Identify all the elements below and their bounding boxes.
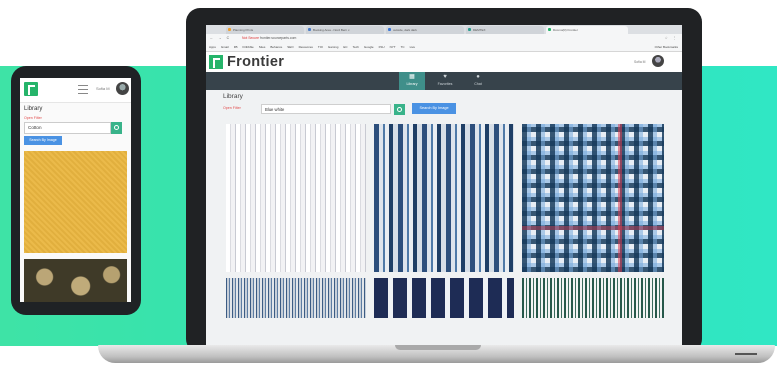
bookmark-item[interactable]: Live: [410, 43, 416, 51]
phone-fabric-swatch[interactable]: [24, 151, 127, 253]
tab-label: outside, dark dark: [393, 28, 417, 32]
bookmark-item[interactable]: TC: [401, 43, 405, 51]
fabric-swatch[interactable]: [226, 124, 366, 272]
bookmarks-bar: Apps Gmail FB Dribbble Sites Behance SEO Resour…: [206, 43, 682, 52]
bookmark-item[interactable]: Gaming: [328, 43, 339, 51]
browser-tab[interactable]: outside, dark dark: [386, 26, 464, 34]
nav-label: Library: [406, 82, 418, 86]
laptop-screen: Planning Prints Booking Area - Nord Bern…: [206, 25, 682, 345]
page-title: Library: [223, 93, 243, 100]
phone-fabric-swatch[interactable]: [24, 259, 127, 302]
url-field[interactable]: Not Secure frontier.sourceparts.com: [242, 35, 602, 42]
url-text: frontier.sourceparts.com: [259, 36, 297, 40]
address-bar: ← → C Not Secure frontier.sourceparts.co…: [206, 34, 682, 43]
laptop-notch: [395, 345, 481, 350]
tab-label: Booking Area - Nord Bern x: [313, 28, 350, 32]
phone-open-filter-link[interactable]: Open Filter: [24, 116, 42, 120]
bookmark-item[interactable]: FB: [234, 43, 238, 51]
tab-favicon-icon: [228, 28, 231, 31]
browser-tab-active[interactable]: Dcomo(R) Frontier: [546, 26, 628, 34]
browser-extension-icons[interactable]: ☆ ⋮: [665, 36, 678, 40]
browser-nav-buttons[interactable]: ← → C: [210, 36, 231, 40]
chat-icon: ●: [476, 74, 480, 80]
nav-tab-library[interactable]: ▦ Library: [399, 72, 425, 90]
bookmark-item[interactable]: SEO: [287, 43, 293, 51]
tab-label: Dcomo(R) Frontier: [553, 28, 578, 32]
search-input[interactable]: Blue white: [261, 104, 391, 114]
frontier-logo-icon[interactable]: [24, 82, 38, 96]
browser-tab[interactable]: Planning Prints: [226, 26, 304, 34]
nav-label: Favorites: [437, 82, 453, 86]
laptop-base-detail: [735, 353, 757, 355]
app-header: Frontier Sofia M: [206, 52, 682, 72]
bookmark-item[interactable]: EC: [343, 43, 347, 51]
bookmark-item[interactable]: Resources: [299, 43, 313, 51]
phone-search-button[interactable]: [111, 122, 122, 134]
hamburger-menu-icon[interactable]: [78, 85, 88, 94]
bookmark-item[interactable]: Gmail: [221, 43, 229, 51]
fabric-swatch[interactable]: [522, 278, 664, 318]
bookmark-item[interactable]: Dribbble: [243, 43, 254, 51]
open-filter-link[interactable]: Open Filter: [223, 106, 241, 110]
not-secure-badge[interactable]: Not Secure: [242, 36, 259, 40]
phone-device: Sofia M Library Open Filter Cotton Searc…: [11, 66, 141, 315]
nav-tab-chat[interactable]: ● Chat: [465, 72, 491, 90]
phone-username[interactable]: Sofia M: [96, 86, 110, 91]
user-avatar[interactable]: [652, 55, 664, 67]
phone-header: Sofia M: [20, 78, 131, 103]
heart-icon: ♥: [443, 74, 447, 80]
nav-tab-favorites[interactable]: ♥ Favorites: [432, 72, 458, 90]
brand-title[interactable]: Frontier: [227, 54, 284, 70]
search-button[interactable]: [394, 104, 405, 115]
fabric-swatch[interactable]: [374, 124, 514, 272]
bookmark-item[interactable]: NYT: [390, 43, 396, 51]
bookmark-item[interactable]: Sites: [259, 43, 266, 51]
bookmark-item[interactable]: Google: [364, 43, 374, 51]
other-bookmarks[interactable]: Other Bookmarks: [655, 43, 678, 51]
browser-tab-bar: Planning Prints Booking Area - Nord Bern…: [206, 25, 682, 41]
tab-favicon-icon: [388, 28, 391, 31]
frontier-logo-icon[interactable]: [209, 55, 223, 69]
tab-favicon-icon: [548, 28, 551, 31]
search-by-image-button[interactable]: Search By Image: [412, 103, 456, 114]
nav-label: Chat: [474, 82, 482, 86]
browser-tab[interactable]: Booking Area - Nord Bern x: [306, 26, 384, 34]
tab-label: Planning Prints: [233, 28, 254, 32]
tab-label: DEMTEX: [473, 28, 486, 32]
phone-library-title: Library: [24, 106, 43, 112]
bookmark-item[interactable]: Tech: [353, 43, 359, 51]
header-username[interactable]: Sofia M: [634, 60, 646, 64]
main-nav: ▦ Library ♥ Favorites ● Chat: [206, 72, 682, 90]
tab-favicon-icon: [468, 28, 471, 31]
phone-search-input[interactable]: Cotton: [24, 122, 111, 134]
tab-favicon-icon: [308, 28, 311, 31]
bookmark-item[interactable]: Apps: [209, 43, 216, 51]
phone-search-by-image-button[interactable]: Search By Image: [24, 136, 62, 145]
fabric-swatch[interactable]: [374, 278, 514, 318]
bookmark-item[interactable]: FSU: [379, 43, 385, 51]
bookmark-item[interactable]: Behance: [270, 43, 282, 51]
bookmark-item[interactable]: TOI: [318, 43, 323, 51]
fabric-swatch[interactable]: [522, 124, 664, 272]
phone-avatar[interactable]: [116, 82, 129, 95]
phone-search-value: Cotton: [28, 125, 42, 130]
fabric-swatch[interactable]: [226, 278, 366, 318]
library-icon: ▦: [409, 74, 415, 80]
browser-tab[interactable]: DEMTEX: [466, 26, 544, 34]
phone-screen: Sofia M Library Open Filter Cotton Searc…: [20, 78, 131, 302]
